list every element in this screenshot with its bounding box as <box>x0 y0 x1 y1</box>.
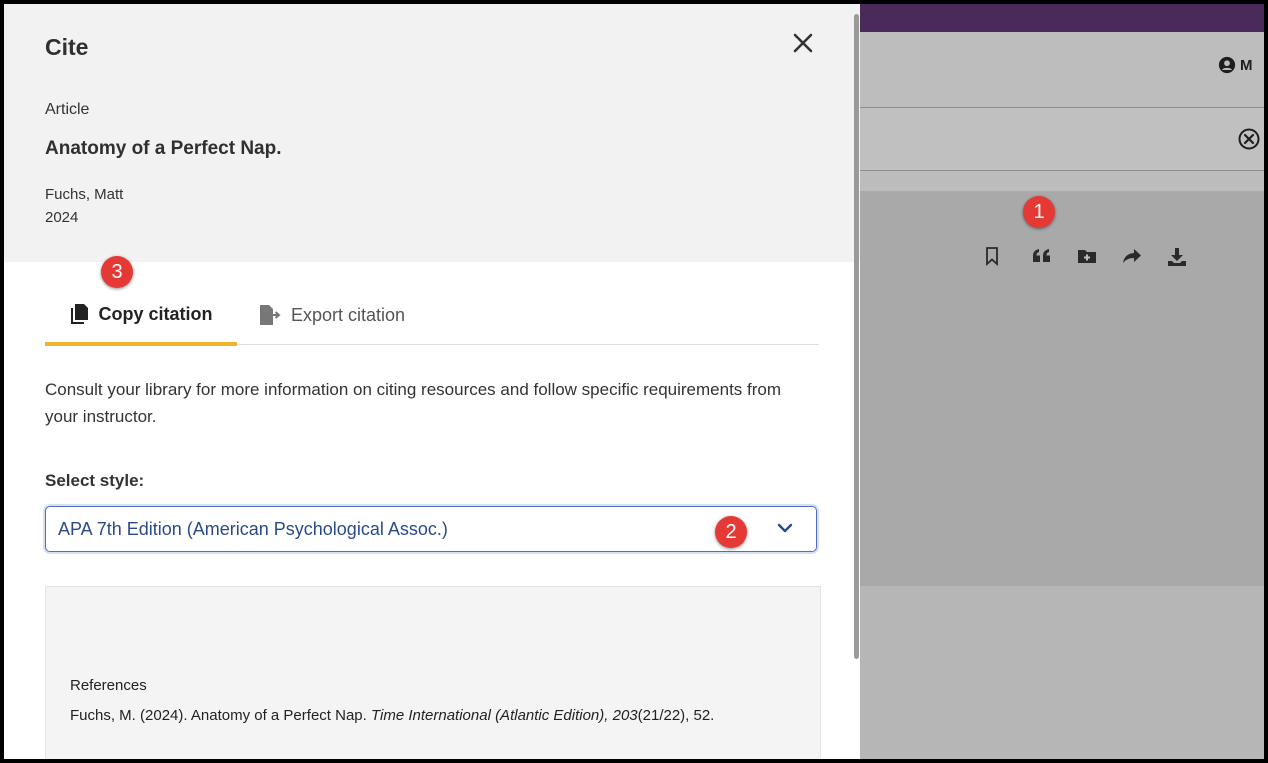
dialog-scrollbar-thumb[interactable] <box>854 14 859 659</box>
share-icon[interactable] <box>1121 246 1143 266</box>
item-author: Fuchs, Matt <box>45 186 124 203</box>
close-icon <box>793 33 813 53</box>
selected-style: APA 7th Edition (American Psychological … <box>58 518 448 539</box>
chevron-down-icon <box>777 523 793 533</box>
item-title: Anatomy of a Perfect Nap. <box>45 138 282 159</box>
references-heading: References <box>70 677 147 694</box>
copy-icon <box>71 304 89 324</box>
tab-export-citation[interactable]: Export citation <box>258 286 405 344</box>
citation-text[interactable]: Fuchs, M. (2024). Anatomy of a Perfect N… <box>70 707 714 724</box>
callout-marker-2: 2 <box>715 516 747 548</box>
app-top-bar <box>860 4 1264 32</box>
tab-copy-label: Copy citation <box>98 303 213 324</box>
citation-tabs: Copy citation Export citation <box>45 286 819 346</box>
item-type: Article <box>45 101 90 118</box>
callout-marker-1: 1 <box>1023 196 1055 228</box>
search-bar <box>860 108 1264 170</box>
tab-export-label: Export citation <box>291 304 406 325</box>
cite-icon[interactable] <box>1031 246 1053 266</box>
export-icon <box>260 305 281 325</box>
item-year: 2024 <box>45 209 79 226</box>
cite-dialog: Cite Article Anatomy of a Perfect Nap. F… <box>4 4 860 759</box>
bookmark-icon[interactable] <box>984 246 1000 266</box>
account-icon <box>1218 56 1236 74</box>
consult-message: Consult your library for more informatio… <box>45 380 782 426</box>
download-icon[interactable] <box>1166 246 1188 268</box>
tab-copy-citation[interactable]: Copy citation <box>45 286 237 346</box>
account-menu[interactable]: M <box>1218 56 1253 74</box>
app-header <box>860 32 1264 108</box>
style-label: Select style: <box>45 471 145 490</box>
screenshot-frame: M Cite Article Anatomy of a Perfect Nap.… <box>4 4 1264 759</box>
dialog-header: Cite Article Anatomy of a Perfect Nap. F… <box>4 4 860 262</box>
close-button[interactable] <box>788 28 818 58</box>
clear-search-icon[interactable] <box>1237 127 1261 151</box>
dialog-title: Cite <box>45 34 89 60</box>
results-area <box>860 191 1264 586</box>
add-folder-icon[interactable] <box>1076 246 1098 266</box>
callout-marker-3: 3 <box>101 256 133 288</box>
citation-style-select[interactable]: APA 7th Edition (American Psychological … <box>45 506 817 552</box>
citation-preview: References Fuchs, M. (2024). Anatomy of … <box>45 586 821 759</box>
account-label: M <box>1240 56 1253 74</box>
